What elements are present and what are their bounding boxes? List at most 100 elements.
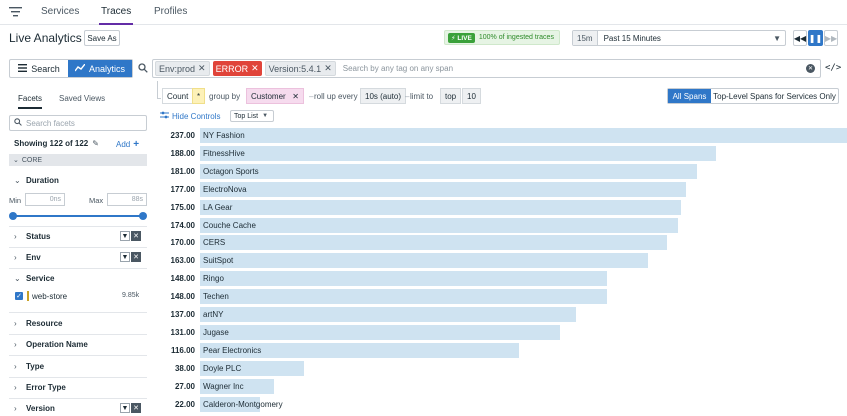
top-list-row[interactable]: 116.00 Pear Electronics: [155, 342, 847, 360]
top-list-row[interactable]: 131.00 Jugase: [155, 324, 847, 342]
hide-controls-button[interactable]: Hide Controls: [160, 111, 220, 121]
top-list-row[interactable]: 22.00 Calderon-Montgomery: [155, 396, 847, 414]
facet-version[interactable]: › Version: [14, 404, 55, 413]
bar-category-label: Ringo: [203, 274, 224, 284]
add-facet-label: Add: [116, 140, 131, 149]
close-icon[interactable]: ✕: [292, 92, 299, 101]
facet-operation-name-label: Operation Name: [26, 340, 88, 349]
pencil-icon[interactable]: ✎: [92, 139, 99, 148]
facet-operation-name[interactable]: › Operation Name: [14, 340, 88, 349]
pause-button[interactable]: ❚❚: [808, 30, 823, 46]
top-list-row[interactable]: 163.00 SuitSpot: [155, 252, 847, 270]
tab-saved-views[interactable]: Saved Views: [59, 94, 105, 103]
chevron-right-icon: ›: [14, 319, 17, 328]
live-text: 100% of ingested traces: [478, 34, 554, 41]
duration-min-label: Min: [9, 196, 22, 205]
filter-icon[interactable]: ▼: [120, 252, 130, 262]
top-list-row[interactable]: 181.00 Octagon Sports: [155, 163, 847, 181]
divider: [9, 334, 147, 335]
analytics-tab[interactable]: Analytics: [68, 60, 132, 77]
search-query-bar[interactable]: Env:prod ✕ ERROR ✕ Version:5.4.1 ✕ Search b…: [152, 59, 821, 78]
top-list-row[interactable]: 27.00 Wagner Inc: [155, 378, 847, 396]
limit-count[interactable]: 10: [462, 88, 481, 104]
top-list-row[interactable]: 177.00 ElectroNova: [155, 181, 847, 199]
add-facet-button[interactable]: Add +: [116, 139, 139, 150]
tab-services[interactable]: Services: [41, 6, 79, 17]
close-icon[interactable]: ✕: [131, 231, 141, 241]
tag-version[interactable]: Version:5.4.1 ✕: [264, 61, 336, 76]
filter-icon[interactable]: ▼: [120, 403, 130, 413]
lightning-icon: ⚡: [451, 34, 456, 42]
facet-resource-label: Resource: [26, 319, 63, 328]
facet-version-actions: ▼ ✕: [120, 403, 141, 413]
fast-forward-button[interactable]: ▶▶: [824, 30, 838, 46]
duration-min-input[interactable]: 0ns: [25, 193, 65, 206]
divider: [9, 377, 147, 378]
measure-select[interactable]: Count: [162, 88, 194, 104]
top-level-spans-button[interactable]: Top-Level Spans for Services Only: [711, 89, 838, 103]
close-icon[interactable]: ✕: [131, 403, 141, 413]
facet-resource[interactable]: › Resource: [14, 319, 62, 328]
facet-error-type[interactable]: › Error Type: [14, 383, 66, 392]
duration-max-input[interactable]: 88s: [107, 193, 147, 206]
top-list-row[interactable]: 148.00 Techen: [155, 288, 847, 306]
facet-status[interactable]: › Status: [14, 232, 50, 241]
top-list-row[interactable]: 170.00 CERS: [155, 234, 847, 252]
all-spans-button[interactable]: All Spans: [668, 89, 711, 103]
top-list-row[interactable]: 148.00 Ringo: [155, 270, 847, 288]
facet-search-input[interactable]: Search facets: [9, 115, 147, 131]
top-list-row[interactable]: 237.00 NY Fashion: [155, 127, 847, 145]
bar-value-label: 27.00: [174, 381, 195, 391]
facet-env[interactable]: › Env: [14, 253, 41, 262]
bar-value-label: 131.00: [170, 327, 195, 337]
web-store-checkbox[interactable]: ✓: [15, 292, 23, 300]
top-list-row[interactable]: 38.00 Doyle PLC: [155, 360, 847, 378]
analytics-tab-label: Analytics: [88, 63, 125, 74]
group-by-field[interactable]: Customer ✕: [246, 88, 304, 104]
menu-icon[interactable]: [9, 6, 22, 19]
close-icon[interactable]: ✕: [131, 252, 141, 262]
web-store-count: 9.85k: [122, 292, 140, 299]
bar-category-label: Doyle PLC: [203, 363, 242, 373]
close-icon[interactable]: ✕: [251, 63, 259, 74]
tag-env[interactable]: Env:prod ✕: [155, 61, 210, 76]
tab-facets[interactable]: Facets: [18, 94, 43, 109]
filter-icon[interactable]: ▼: [120, 231, 130, 241]
close-icon[interactable]: ✕: [198, 63, 206, 74]
time-range-selector[interactable]: 15m Past 15 Minutes ▼: [572, 30, 786, 46]
tab-traces[interactable]: Traces: [98, 6, 134, 25]
close-icon[interactable]: ✕: [324, 63, 332, 74]
save-as-button[interactable]: Save As: [84, 30, 120, 46]
top-list-row[interactable]: 174.00 Couche Cache: [155, 217, 847, 235]
bar-category-label: ElectroNova: [203, 184, 247, 194]
tag-error[interactable]: ERROR ✕: [212, 61, 262, 76]
top-list-row[interactable]: 175.00 LA Gear: [155, 199, 847, 217]
limit-direction[interactable]: top: [440, 88, 462, 104]
measure-field[interactable]: *: [192, 88, 206, 104]
visualization-select[interactable]: Top List ▼: [230, 110, 274, 122]
rollup-select[interactable]: 10s (auto): [360, 88, 407, 104]
duration-slider-track[interactable]: [13, 215, 143, 217]
core-label: CORE: [21, 156, 43, 164]
duration-slider-max-handle[interactable]: [139, 212, 147, 220]
bar: [200, 307, 577, 322]
group-by-label: group by: [209, 91, 241, 101]
facet-duration[interactable]: ⌄ Duration: [14, 176, 59, 185]
top-list-row[interactable]: 188.00 FitnessHive: [155, 145, 847, 163]
facet-type[interactable]: › Type: [14, 362, 44, 371]
bar-value-label: 148.00: [170, 292, 195, 302]
code-icon[interactable]: </>: [825, 63, 841, 73]
tab-profiles[interactable]: Profiles: [154, 6, 187, 17]
duration-slider-min-handle[interactable]: [9, 212, 17, 220]
live-status-badge[interactable]: ⚡ LIVE 100% of ingested traces: [444, 30, 560, 45]
clear-icon[interactable]: ✕: [806, 64, 815, 73]
search-tab[interactable]: Search: [10, 60, 68, 77]
rewind-button[interactable]: ◀◀: [793, 30, 807, 46]
bar-category-label: LA Gear: [203, 202, 233, 212]
duration-max-label: Max: [89, 196, 104, 205]
pause-icon: ❚❚: [808, 33, 823, 43]
top-list-row[interactable]: 137.00 artNY: [155, 306, 847, 324]
facet-service[interactable]: ⌄ Service: [14, 274, 54, 283]
chevron-down-icon: ⌄: [13, 157, 19, 164]
core-section-header[interactable]: ⌄ CORE: [9, 154, 147, 166]
